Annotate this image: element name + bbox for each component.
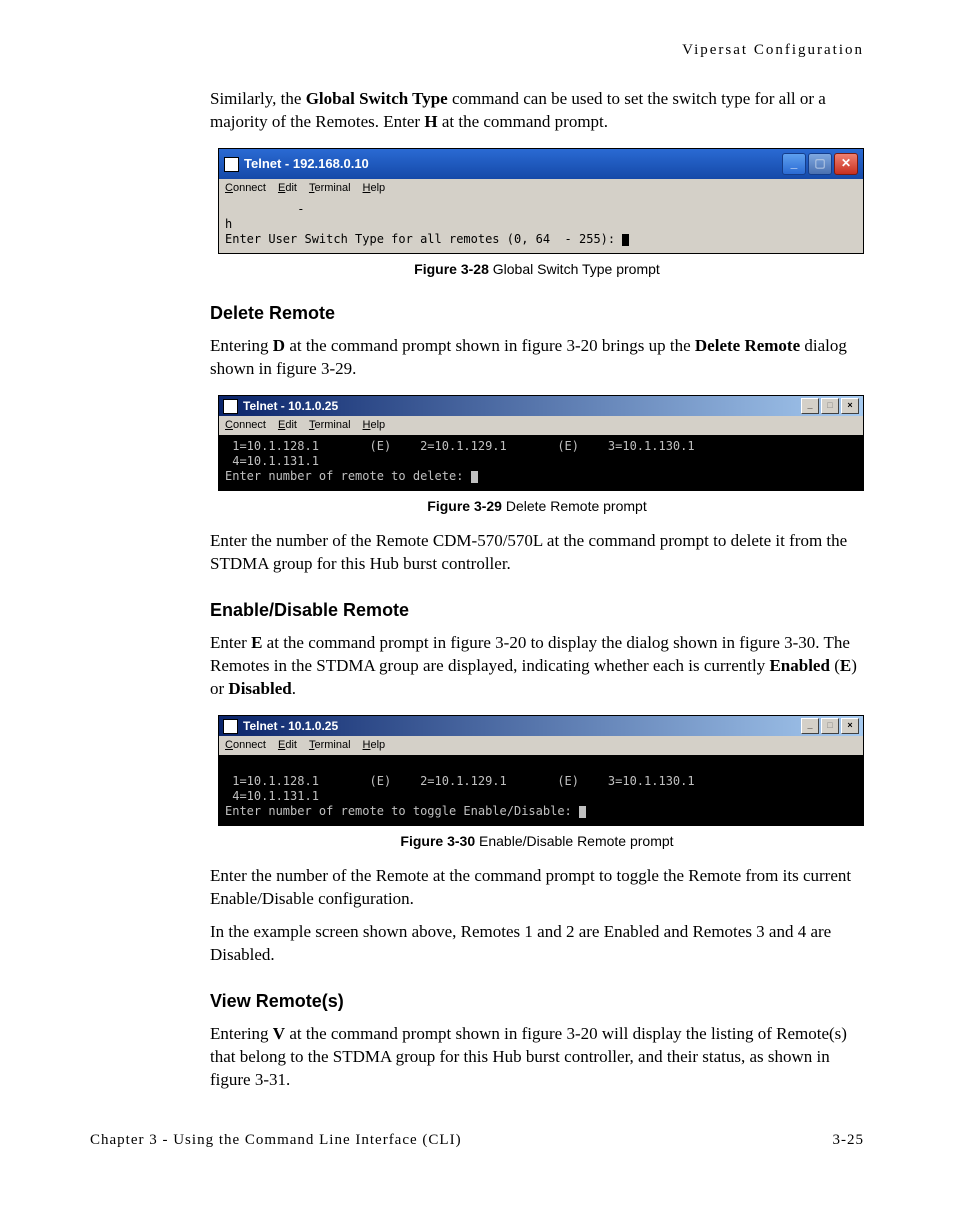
text-bold: D [273,336,285,355]
menu-connect[interactable]: Connect [225,418,266,433]
menu-help[interactable]: Help [363,181,386,196]
menu-help[interactable]: Help [363,418,386,433]
text: ( [830,656,840,675]
titlebar[interactable]: Telnet - 192.168.0.10 _ ▢ ✕ [219,149,863,179]
text-bold: E [840,656,851,675]
titlebar[interactable]: Telnet - 10.1.0.25 _ □ × [219,396,863,416]
delete-paragraph-2: Enter the number of the Remote CDM-570/5… [210,530,864,576]
figure-caption-29: Figure 3-29 Delete Remote prompt [210,497,864,516]
terminal-output[interactable]: - h Enter User Switch Type for all remot… [219,198,863,253]
window-controls: _ □ × [801,398,859,414]
window-controls: _ □ × [801,718,859,734]
menu-edit[interactable]: Edit [278,181,297,196]
menubar: CConnectonnect Edit Terminal Help [219,179,863,198]
menu-connect[interactable]: Connect [225,738,266,753]
menu-edit[interactable]: Edit [278,418,297,433]
text: at the command prompt shown in figure 3-… [285,336,695,355]
menu-terminal[interactable]: Terminal [309,418,351,433]
menu-terminal[interactable]: Terminal [309,181,351,196]
heading-delete-remote: Delete Remote [210,301,864,325]
text-cursor [579,806,586,818]
menu-terminal[interactable]: Terminal [309,738,351,753]
text-bold: V [273,1024,285,1043]
minimize-button[interactable]: _ [801,398,819,414]
window-title: Telnet - 10.1.0.25 [243,398,338,414]
text-bold: H [424,112,437,131]
maximize-button[interactable]: ▢ [808,153,832,175]
enable-paragraph-2: Enter the number of the Remote at the co… [210,865,864,911]
intro-paragraph: Similarly, the Global Switch Type comman… [210,88,864,134]
window-title: Telnet - 10.1.0.25 [243,718,338,734]
text-bold: Global Switch Type [306,89,448,108]
text: Similarly, the [210,89,306,108]
figure-text: Delete Remote prompt [502,498,647,514]
close-button[interactable]: × [841,718,859,734]
figure-label: Figure 3-28 [414,261,489,277]
close-button[interactable]: ✕ [834,153,858,175]
text: at the command prompt shown in figure 3-… [210,1024,847,1089]
text: at the command prompt in figure 3-20 to … [210,633,850,675]
window-title: Telnet - 192.168.0.10 [244,155,369,173]
minimize-button[interactable]: _ [801,718,819,734]
text-bold: E [251,633,262,652]
close-button[interactable]: × [841,398,859,414]
menu-connect[interactable]: CConnectonnect [225,181,266,196]
figure-caption-28: Figure 3-28 Global Switch Type prompt [210,260,864,279]
telnet-window-fig29: Telnet - 10.1.0.25 _ □ × Connect Edit Te… [218,395,864,491]
text: at the command prompt. [438,112,608,131]
telnet-icon [224,157,239,172]
figure-caption-30: Figure 3-30 Enable/Disable Remote prompt [210,832,864,851]
text: Enter [210,633,251,652]
minimize-button[interactable]: _ [782,153,806,175]
terminal-output[interactable]: 1=10.1.128.1 (E) 2=10.1.129.1 (E) 3=10.1… [219,755,863,825]
telnet-icon [223,719,238,734]
text: Entering [210,336,273,355]
menubar: Connect Edit Terminal Help [219,416,863,435]
text-bold: Enabled [769,656,829,675]
text: . [292,679,296,698]
page-footer: Chapter 3 - Using the Command Line Inter… [90,1130,864,1150]
enable-paragraph-3: In the example screen shown above, Remot… [210,921,864,967]
window-controls: _ ▢ ✕ [782,153,858,175]
enable-paragraph: Enter E at the command prompt in figure … [210,632,864,701]
text-cursor [471,471,478,483]
figure-text: Enable/Disable Remote prompt [475,833,673,849]
figure-label: Figure 3-30 [400,833,475,849]
view-paragraph: Entering V at the command prompt shown i… [210,1023,864,1092]
footer-left: Chapter 3 - Using the Command Line Inter… [90,1130,462,1150]
text-bold: Delete Remote [695,336,800,355]
telnet-window-fig28: Telnet - 192.168.0.10 _ ▢ ✕ CConnectonne… [218,148,864,254]
heading-view-remotes: View Remote(s) [210,989,864,1013]
menu-edit[interactable]: Edit [278,738,297,753]
footer-right: 3-25 [833,1130,865,1150]
figure-label: Figure 3-29 [427,498,502,514]
text-bold: Disabled [228,679,291,698]
menu-help[interactable]: Help [363,738,386,753]
menubar: Connect Edit Terminal Help [219,736,863,755]
terminal-output[interactable]: 1=10.1.128.1 (E) 2=10.1.129.1 (E) 3=10.1… [219,435,863,490]
telnet-icon [223,399,238,414]
delete-paragraph: Entering D at the command prompt shown i… [210,335,864,381]
telnet-window-fig30: Telnet - 10.1.0.25 _ □ × Connect Edit Te… [218,715,864,826]
text-cursor [622,234,629,246]
maximize-button[interactable]: □ [821,398,839,414]
titlebar[interactable]: Telnet - 10.1.0.25 _ □ × [219,716,863,736]
figure-text: Global Switch Type prompt [489,261,660,277]
content-area: Similarly, the Global Switch Type comman… [210,88,864,1091]
running-header: Vipersat Configuration [90,40,864,60]
maximize-button[interactable]: □ [821,718,839,734]
text: Entering [210,1024,273,1043]
heading-enable-disable: Enable/Disable Remote [210,598,864,622]
